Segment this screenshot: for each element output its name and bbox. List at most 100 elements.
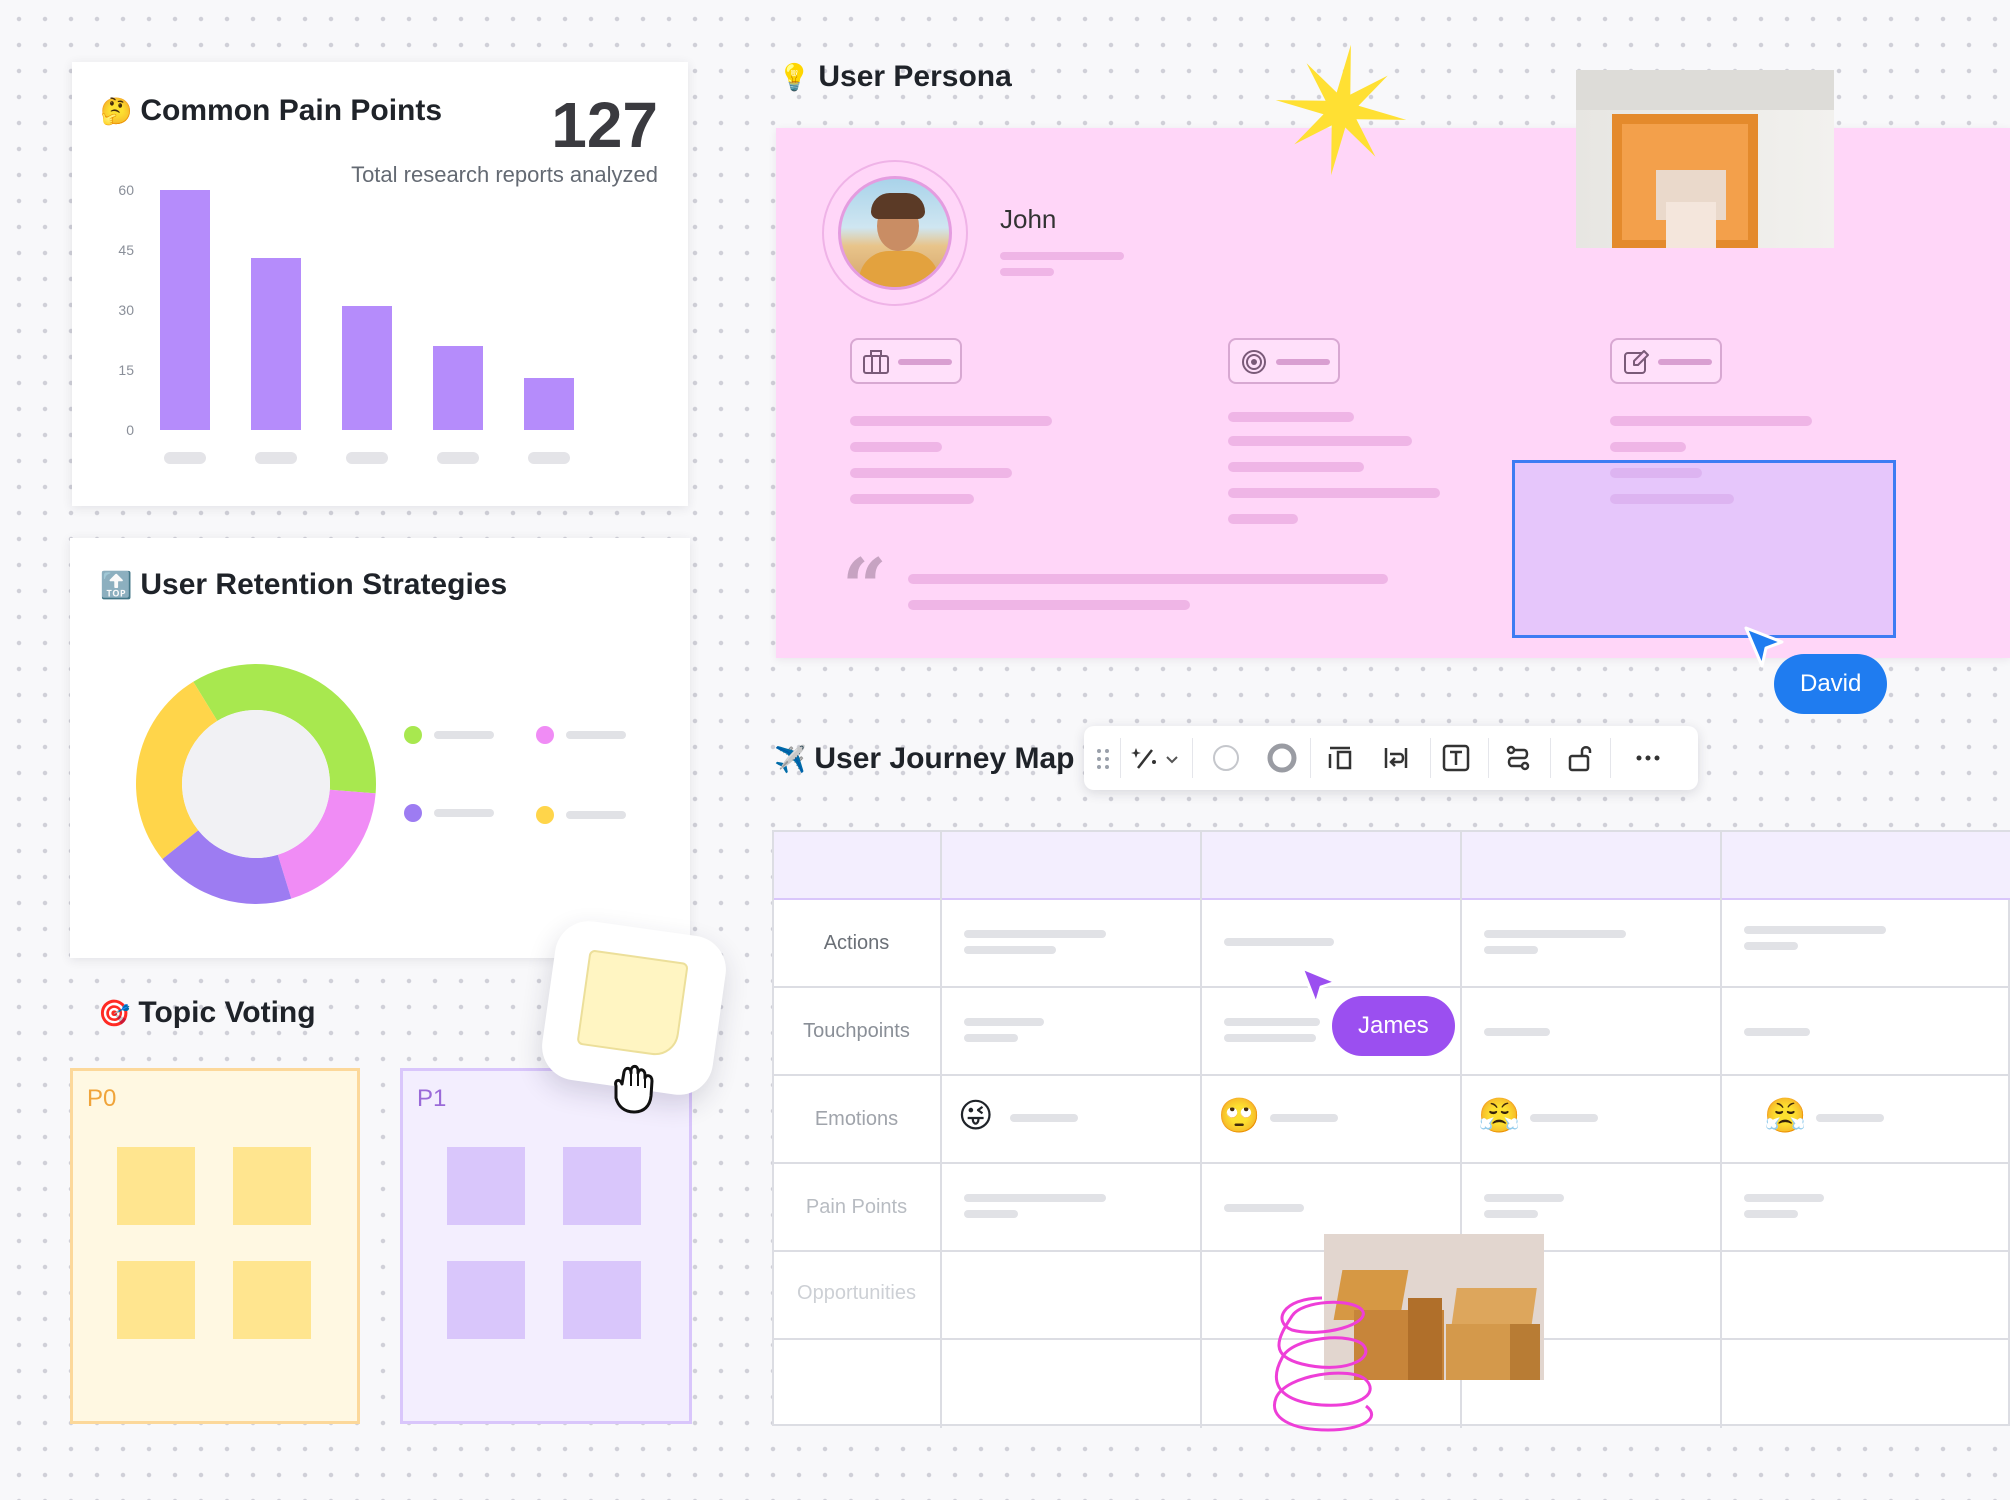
cell-placeholder bbox=[1484, 946, 1538, 954]
text-placeholder bbox=[1228, 488, 1440, 498]
text-placeholder bbox=[850, 416, 1052, 426]
text-placeholder bbox=[850, 442, 942, 452]
cell-placeholder bbox=[1224, 1204, 1304, 1212]
persona-chip-notes[interactable] bbox=[1610, 338, 1722, 384]
quote-icon: “ bbox=[842, 542, 887, 633]
journey-header-row bbox=[774, 832, 2010, 900]
pain-points-card[interactable]: 🤔 Common Pain Points 127 Total research r… bbox=[72, 62, 688, 506]
drag-handle-icon[interactable] bbox=[1096, 748, 1110, 770]
cursor-arrow-icon bbox=[1300, 966, 1338, 1006]
journey-title-text: User Journey Map bbox=[814, 742, 1075, 775]
cell-placeholder bbox=[1010, 1114, 1078, 1122]
persona-chip-work[interactable] bbox=[850, 338, 962, 384]
retention-card[interactable]: 🔝 User Retention Strategies bbox=[70, 538, 690, 958]
bar[interactable] bbox=[433, 346, 483, 430]
toolbar-divider bbox=[1430, 738, 1431, 778]
cell-placeholder bbox=[1744, 1028, 1810, 1036]
sticky-note-icon bbox=[576, 949, 689, 1059]
sticky-note[interactable] bbox=[233, 1261, 311, 1339]
voting-column-p0[interactable]: P0 bbox=[70, 1068, 360, 1424]
sticky-note[interactable] bbox=[117, 1147, 195, 1225]
cell-placeholder bbox=[964, 930, 1106, 938]
text-placeholder bbox=[1228, 514, 1298, 524]
toolbar-divider bbox=[1488, 738, 1489, 778]
wrap-icon[interactable] bbox=[1378, 740, 1414, 776]
y-tick-label: 0 bbox=[126, 422, 134, 438]
object-toolbar[interactable] bbox=[1084, 726, 1698, 790]
toolbar-divider bbox=[1310, 738, 1311, 778]
toolbar-divider bbox=[1610, 738, 1611, 778]
cell-placeholder bbox=[1744, 1210, 1798, 1218]
briefcase-icon bbox=[863, 350, 889, 374]
text-icon[interactable] bbox=[1438, 740, 1474, 776]
voting-title-text: Topic Voting bbox=[138, 996, 316, 1029]
quote-placeholder bbox=[908, 574, 1388, 584]
emotion-frustrated-icon: 😤 bbox=[1478, 1097, 1521, 1135]
cell-placeholder bbox=[1530, 1114, 1598, 1122]
persona-chip-goals[interactable] bbox=[1228, 338, 1340, 384]
more-icon[interactable] bbox=[1630, 740, 1666, 776]
voting-column-p1[interactable]: P1 bbox=[400, 1068, 692, 1424]
magic-wand-icon[interactable] bbox=[1128, 740, 1164, 776]
sticky-note[interactable] bbox=[563, 1261, 641, 1339]
selection-box[interactable] bbox=[1512, 460, 1896, 638]
x-tick-label-placeholder bbox=[164, 452, 206, 464]
cell-placeholder bbox=[1224, 1018, 1320, 1026]
persona-subtitle-placeholder bbox=[1000, 252, 1124, 260]
circle-outline-icon[interactable] bbox=[1208, 740, 1244, 776]
row-label-emotions: Emotions bbox=[814, 1108, 899, 1130]
bar[interactable] bbox=[160, 190, 210, 430]
collaborator-label-david: David bbox=[1774, 654, 1888, 714]
x-tick-label-placeholder bbox=[437, 452, 479, 464]
x-tick-label-placeholder bbox=[346, 452, 388, 464]
persona-title: 💡 User Persona bbox=[778, 60, 1012, 94]
chip-label-placeholder bbox=[898, 359, 952, 365]
toolbar-divider bbox=[1120, 738, 1121, 778]
text-placeholder bbox=[1610, 442, 1686, 452]
chevron-down-icon[interactable] bbox=[1160, 742, 1184, 778]
x-tick-label-placeholder bbox=[255, 452, 297, 464]
bar[interactable] bbox=[251, 258, 301, 430]
sticky-note[interactable] bbox=[447, 1147, 525, 1225]
bar[interactable] bbox=[524, 378, 574, 430]
x-tick-label-placeholder bbox=[528, 452, 570, 464]
unlock-icon[interactable] bbox=[1562, 740, 1598, 776]
text-placeholder bbox=[850, 494, 974, 504]
quote-placeholder bbox=[908, 600, 1190, 610]
top-arrow-icon: 🔝 bbox=[100, 570, 133, 600]
star-burst-icon bbox=[1275, 44, 1407, 176]
sticky-note[interactable] bbox=[233, 1147, 311, 1225]
cell-placeholder bbox=[1224, 938, 1334, 946]
legend-dot-green bbox=[404, 726, 422, 744]
text-placeholder bbox=[850, 468, 1012, 478]
circle-filled-icon[interactable] bbox=[1264, 740, 1300, 776]
legend-label-placeholder bbox=[566, 731, 626, 739]
edit-icon bbox=[1624, 350, 1649, 374]
text-placeholder bbox=[1228, 436, 1412, 446]
sticky-note[interactable] bbox=[117, 1261, 195, 1339]
chip-label-placeholder bbox=[1658, 359, 1712, 365]
text-placeholder bbox=[1228, 412, 1354, 422]
row-label-actions: Actions bbox=[823, 932, 890, 954]
bullseye-icon: 🎯 bbox=[98, 998, 131, 1028]
cell-placeholder bbox=[1484, 1194, 1564, 1202]
voting-column-label: P1 bbox=[417, 1085, 447, 1112]
avatar[interactable] bbox=[822, 160, 968, 306]
journey-title: ✈️ User Journey Map bbox=[774, 742, 1074, 776]
product-photo-shelf[interactable] bbox=[1576, 70, 1834, 248]
emotion-eye-roll-icon: 🙄 bbox=[1218, 1097, 1261, 1135]
align-icon[interactable] bbox=[1322, 740, 1358, 776]
connector-icon[interactable] bbox=[1500, 740, 1536, 776]
cell-placeholder bbox=[964, 946, 1056, 954]
sticky-note[interactable] bbox=[563, 1147, 641, 1225]
voting-title: 🎯 Topic Voting bbox=[98, 996, 316, 1030]
persona-subtitle-placeholder bbox=[1000, 268, 1054, 276]
bar[interactable] bbox=[342, 306, 392, 430]
grid-line bbox=[774, 1074, 2010, 1076]
cell-placeholder bbox=[964, 1210, 1018, 1218]
sticky-note[interactable] bbox=[447, 1261, 525, 1339]
row-label-opportunities: Opportunities bbox=[797, 1282, 916, 1304]
cell-placeholder bbox=[1816, 1114, 1884, 1122]
grid-line bbox=[774, 1162, 2010, 1164]
persona-name: John bbox=[1000, 204, 1057, 234]
